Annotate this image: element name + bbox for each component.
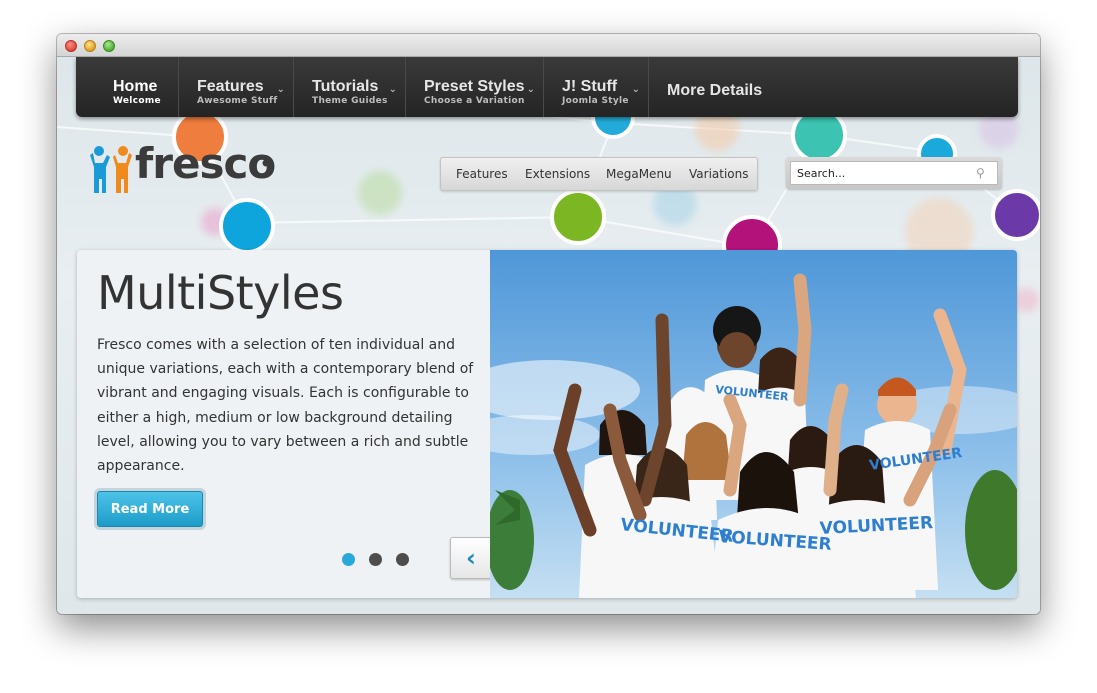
nav-item-tutorials[interactable]: Tutorials Theme Guides ⌄	[294, 57, 406, 117]
search-input[interactable]	[790, 161, 998, 185]
slide-title: MultiStyles	[97, 266, 344, 320]
slideshow-panel: MultiStyles Fresco comes with a selectio…	[77, 250, 1017, 598]
browser-window: Home Welcome Features Awesome Stuff ⌄ Tu…	[57, 34, 1040, 614]
nav-item-title: Preset Styles	[424, 78, 525, 95]
read-more-button[interactable]: Read More	[97, 491, 203, 527]
nav-item-subtitle: Awesome Stuff	[197, 96, 278, 106]
nav-item-preset-styles[interactable]: Preset Styles Choose a Variation ⌄	[406, 57, 544, 117]
slide-description: Fresco comes with a selection of ten ind…	[97, 337, 474, 475]
nav-item-subtitle: Theme Guides	[312, 96, 388, 106]
search-box: ⚲	[786, 157, 1002, 189]
chevron-down-icon: ⌄	[631, 84, 640, 95]
secondary-navigation: Features Extensions MegaMenu Variations	[440, 157, 758, 191]
web-page: Home Welcome Features Awesome Stuff ⌄ Tu…	[57, 57, 1040, 614]
nav-item-home[interactable]: Home Welcome	[95, 57, 179, 117]
subnav-item-features[interactable]: Features	[456, 167, 508, 181]
logo-text: fresco	[135, 139, 276, 188]
nav-item-more-details[interactable]: More Details	[649, 57, 779, 117]
slide-dot-3[interactable]	[396, 553, 409, 566]
close-window-button[interactable]	[65, 40, 77, 52]
zoom-window-button[interactable]	[103, 40, 115, 52]
main-navigation: Home Welcome Features Awesome Stuff ⌄ Tu…	[76, 57, 1018, 117]
volunteers-photo: VOLUNTEER VOLUNTEER VOLUNTEER VOLUNTEER …	[490, 250, 1017, 598]
subnav-item-variations[interactable]: Variations	[689, 167, 749, 181]
nav-item-subtitle: Choose a Variation	[424, 96, 525, 106]
chevron-down-icon: ⌄	[276, 84, 285, 95]
nav-item-title: Home	[113, 78, 158, 95]
nav-item-j-stuff[interactable]: J! Stuff Joomla Style ⌄	[544, 57, 649, 117]
site-logo[interactable]: fresco	[88, 139, 278, 197]
minimize-window-button[interactable]	[84, 40, 96, 52]
chevron-left-icon[interactable]: ‹	[451, 538, 492, 578]
nav-item-subtitle: Welcome	[113, 96, 161, 106]
slide-dot-1[interactable]	[342, 553, 355, 566]
subnav-item-megamenu[interactable]: MegaMenu	[606, 167, 672, 181]
slide-dot-2[interactable]	[369, 553, 382, 566]
people-logo-icon	[90, 146, 132, 193]
logo-dot	[262, 159, 270, 167]
nav-item-title: More Details	[667, 82, 763, 99]
chevron-down-icon: ⌄	[526, 84, 535, 95]
window-titlebar	[57, 34, 1040, 57]
nav-item-features[interactable]: Features Awesome Stuff ⌄	[179, 57, 294, 117]
chevron-down-icon: ⌄	[388, 84, 397, 95]
subnav-item-extensions[interactable]: Extensions	[525, 167, 590, 181]
nav-item-subtitle: Joomla Style	[562, 96, 629, 106]
magnifier-icon[interactable]: ⚲	[976, 166, 985, 180]
